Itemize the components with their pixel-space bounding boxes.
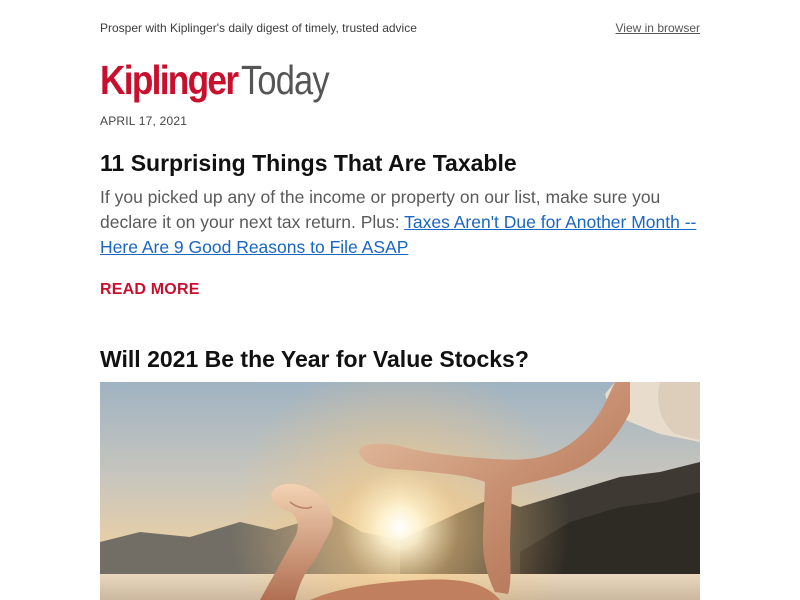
article-summary: If you picked up any of the income or pr… xyxy=(100,185,700,260)
issue-date: APRIL 17, 2021 xyxy=(100,114,188,128)
article-hero-image[interactable] xyxy=(100,382,700,600)
article-title[interactable]: 11 Surprising Things That Are Taxable xyxy=(100,148,700,178)
logo-product-text: Today xyxy=(240,57,330,103)
tagline: Prosper with Kiplinger's daily digest of… xyxy=(100,21,417,35)
hands-framing-sunset-icon xyxy=(100,382,700,600)
view-in-browser-link[interactable]: View in browser xyxy=(616,21,700,35)
email-container: Prosper with Kiplinger's daily digest of… xyxy=(100,0,700,600)
logo-brand-text: Kiplinger xyxy=(100,57,239,103)
article-title[interactable]: Will 2021 Be the Year for Value Stocks? xyxy=(100,344,529,374)
read-more-link[interactable]: READ MORE xyxy=(100,281,200,299)
email-preheader: Prosper with Kiplinger's daily digest of… xyxy=(100,0,700,62)
kiplinger-today-logo[interactable]: Kiplinger Today xyxy=(100,56,345,104)
article-block: 11 Surprising Things That Are Taxable If… xyxy=(100,148,700,260)
